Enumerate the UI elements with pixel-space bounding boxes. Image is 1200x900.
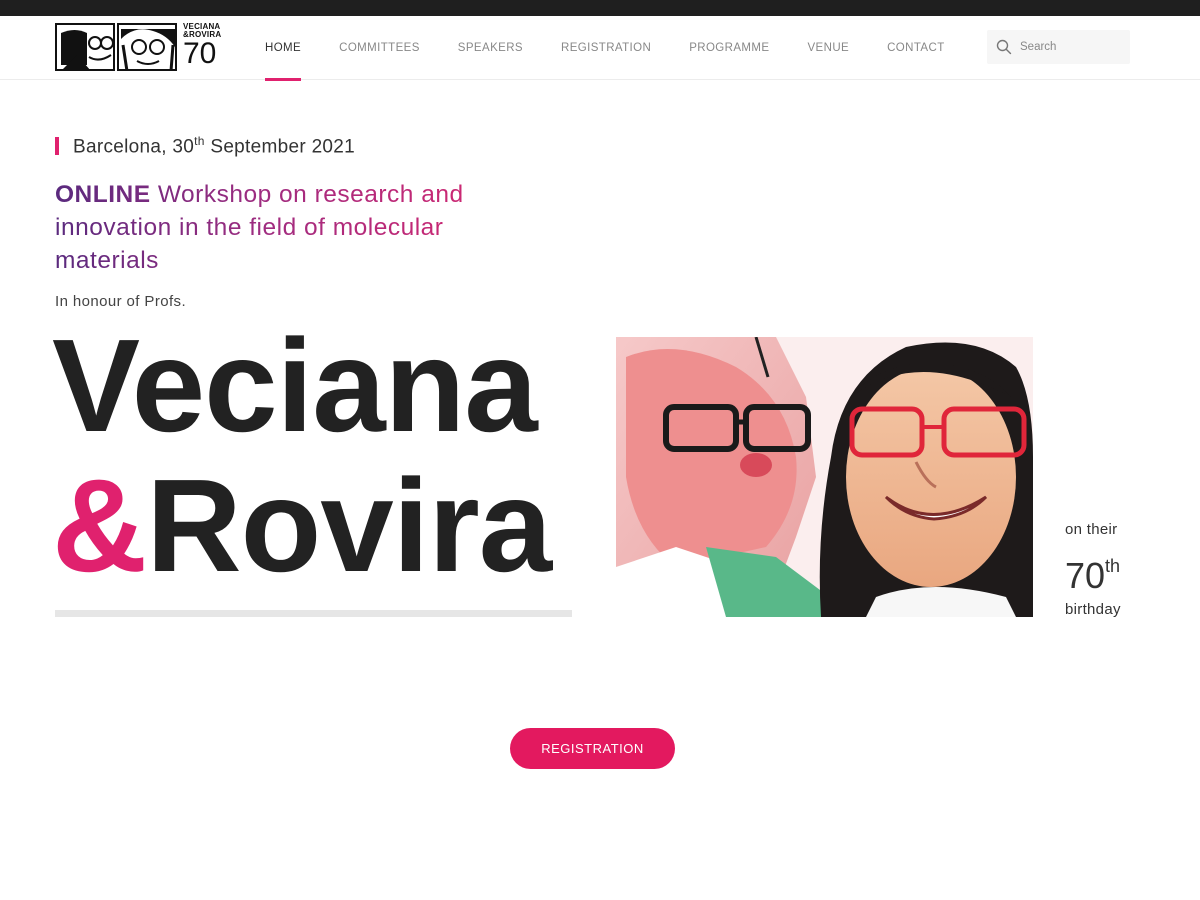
top-strip <box>0 0 1200 16</box>
date-ordinal: th <box>194 133 205 148</box>
birthday-age: 70th <box>1065 544 1165 598</box>
date-suffix: September 2021 <box>204 136 356 158</box>
birthday-age-number: 70 <box>1065 555 1106 596</box>
nav-item-speakers[interactable]: SPEAKERS <box>458 16 523 80</box>
workshop-online: ONLINE <box>55 181 151 208</box>
logo-portrait-left <box>55 23 115 71</box>
main-nav: HOME COMMITTEES SPEAKERS REGISTRATION PR… <box>265 16 983 81</box>
site-logo[interactable]: VECIANA &ROVIRA 70 <box>55 23 228 71</box>
birthday-note: on their 70th birthday <box>1065 520 1165 620</box>
nav-item-registration[interactable]: REGISTRATION <box>561 16 651 80</box>
birthday-age-ordinal: th <box>1105 556 1121 576</box>
honorees-photo <box>616 337 1033 617</box>
search-input[interactable] <box>1020 41 1120 53</box>
nav-item-contact[interactable]: CONTACT <box>887 16 945 80</box>
date-text: Barcelona, 30th September 2021 <box>73 134 355 158</box>
search-box <box>987 30 1130 64</box>
birthday-on-their: on their <box>1065 521 1118 538</box>
honoree-name-veciana: Veciana <box>52 312 538 459</box>
logo-text: VECIANA &ROVIRA 70 <box>179 23 221 71</box>
nav-item-committees[interactable]: COMMITTEES <box>339 16 420 80</box>
site-header: VECIANA &ROVIRA 70 HOME COMMITTEES SPEAK… <box>0 16 1200 81</box>
logo-portrait-right <box>117 23 177 71</box>
hero-divider <box>55 610 572 617</box>
search-icon[interactable] <box>996 39 1012 55</box>
birthday-word: birthday <box>1065 601 1121 618</box>
workshop-title: ONLINE Workshop on research and innovati… <box>55 178 525 277</box>
nav-item-home[interactable]: HOME <box>265 16 302 81</box>
honour-text: In honour of Profs. <box>55 293 187 310</box>
honoree-name-rovira-text: Rovira <box>146 452 552 599</box>
nav-item-programme[interactable]: PROGRAMME <box>689 16 769 80</box>
logo-number: 70 <box>183 37 217 70</box>
registration-button[interactable]: REGISTRATION <box>510 728 675 769</box>
date-accent-bar <box>55 137 59 155</box>
date-prefix: Barcelona, 30 <box>73 136 195 158</box>
nav-item-venue[interactable]: VENUE <box>807 16 849 80</box>
honoree-name-rovira: &Rovira <box>52 456 552 596</box>
event-date: Barcelona, 30th September 2021 <box>55 134 355 158</box>
ampersand: & <box>52 452 147 599</box>
